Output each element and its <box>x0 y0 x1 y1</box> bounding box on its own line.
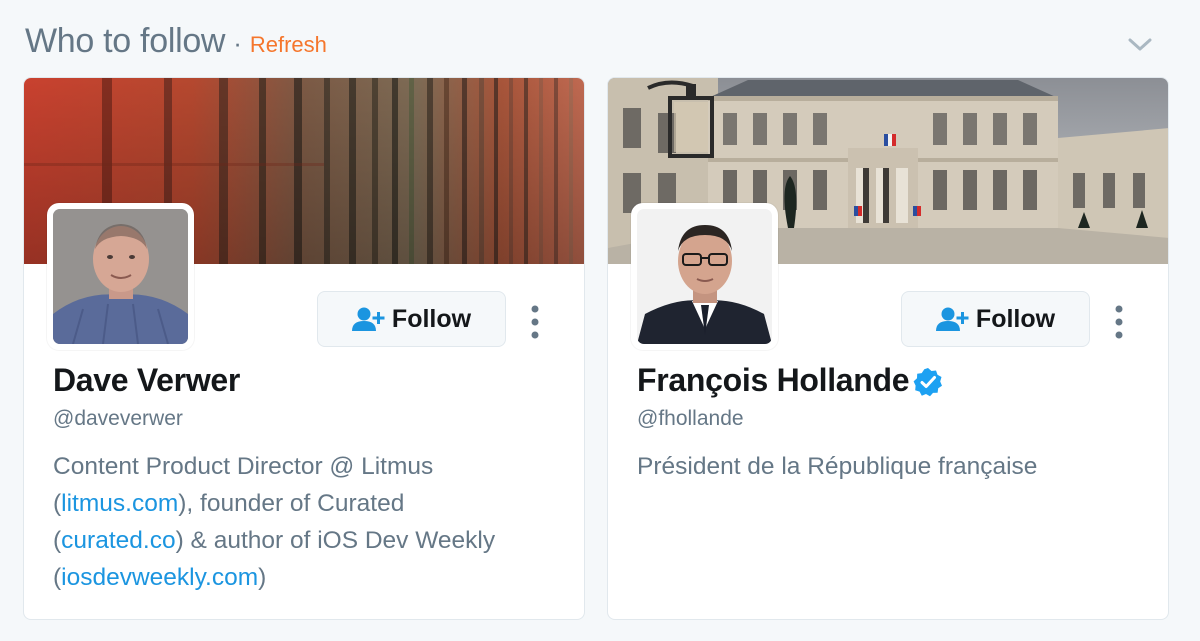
bio-link[interactable]: curated.co <box>61 527 175 554</box>
add-user-icon <box>351 307 385 331</box>
bio-text: ) & author of iOS Dev Weekly <box>175 527 496 554</box>
section-title: Who to follow <box>25 22 226 60</box>
bio-text: ), founder of Curated <box>178 490 405 517</box>
follow-label: Follow <box>975 304 1056 333</box>
refresh-link[interactable]: Refresh <box>250 32 327 58</box>
account-handle[interactable]: @fhollande <box>637 407 744 431</box>
follow-button[interactable]: Follow <box>317 291 506 347</box>
avatar[interactable] <box>47 203 194 350</box>
account-card-daveverwer: Follow Dave Verwer @daveverwer Content P… <box>23 77 585 620</box>
follow-button[interactable]: Follow <box>901 291 1090 347</box>
bio-text: ( <box>53 564 62 591</box>
more-options-icon[interactable] <box>1109 304 1129 340</box>
profile-photo <box>53 209 188 344</box>
account-bio: Content Product Director @ Litmus (litmu… <box>53 448 563 596</box>
follow-label: Follow <box>391 304 472 333</box>
account-name[interactable]: François Hollande <box>637 362 910 399</box>
more-options-icon[interactable] <box>525 304 545 340</box>
who-to-follow-header: Who to follow · Refresh <box>25 22 327 61</box>
bio-text: ( <box>53 527 62 554</box>
separator-dot: · <box>233 28 242 58</box>
avatar[interactable] <box>631 203 778 350</box>
account-handle[interactable]: @daveverwer <box>53 407 183 431</box>
verified-badge-icon <box>913 367 943 396</box>
bio-link[interactable]: litmus.com <box>61 490 178 517</box>
chevron-down-icon[interactable] <box>1124 28 1156 60</box>
profile-photo <box>637 209 772 344</box>
account-bio: Président de la République française <box>637 448 1147 485</box>
bio-text: ( <box>53 490 62 517</box>
bio-link[interactable]: iosdevweekly.com <box>61 564 258 591</box>
bio-text: ) <box>258 564 267 591</box>
add-user-icon <box>935 307 969 331</box>
account-name[interactable]: Dave Verwer <box>53 362 240 399</box>
bio-text: Content Product Director @ Litmus <box>53 453 434 480</box>
account-name-row[interactable]: François Hollande <box>637 362 943 399</box>
bio-text: Président de la République française <box>637 453 1038 480</box>
account-name-row[interactable]: Dave Verwer <box>53 362 240 399</box>
account-card-fhollande: Follow François Hollande @fhollande Prés… <box>607 77 1169 620</box>
